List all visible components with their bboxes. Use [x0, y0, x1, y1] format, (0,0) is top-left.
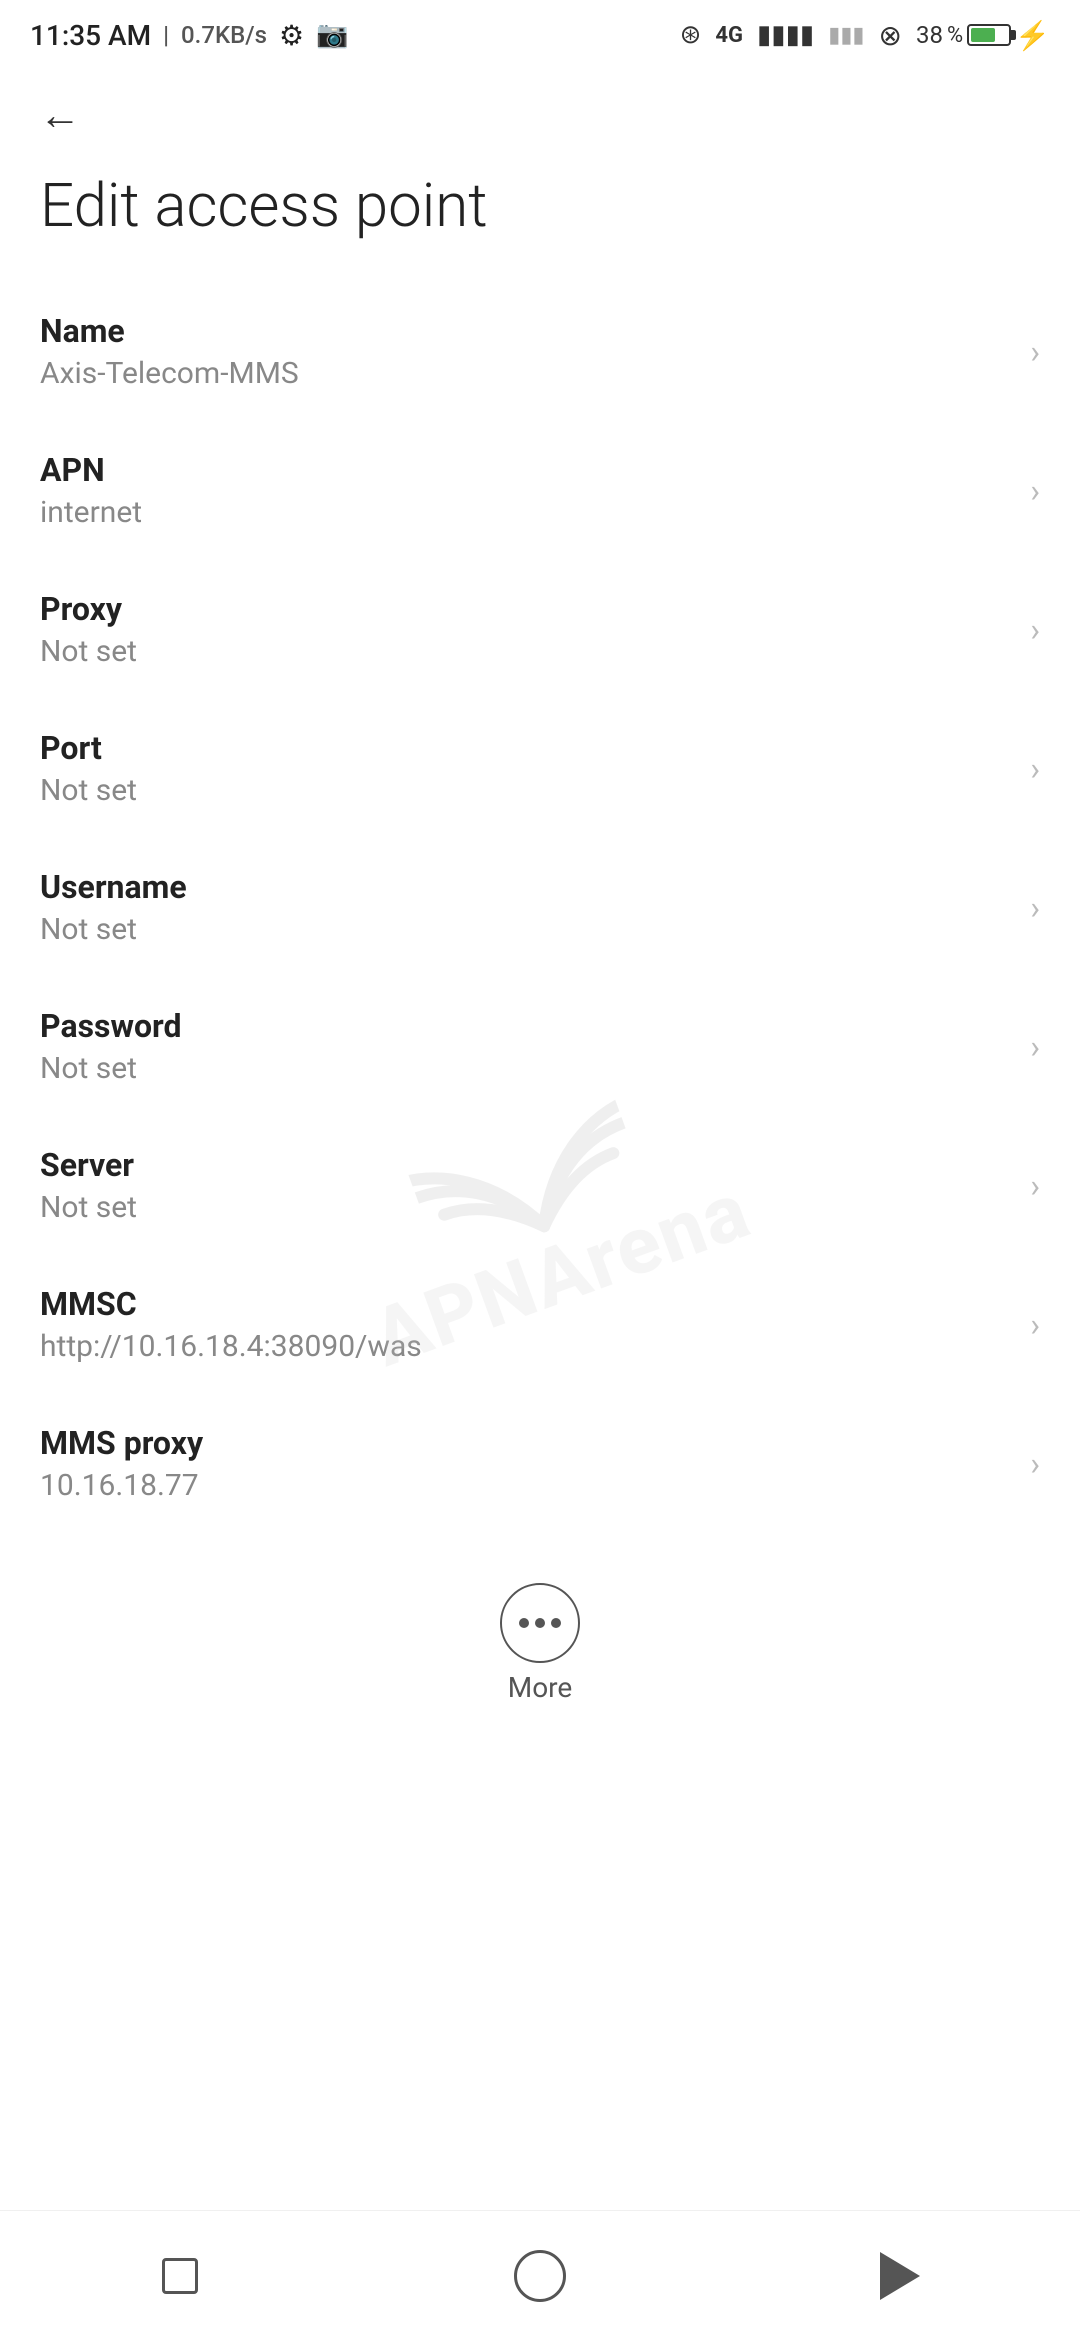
item-value-proxy: Not set: [40, 634, 1010, 669]
back-nav-button[interactable]: [860, 2236, 940, 2316]
time-display: 11:35 AM: [30, 19, 151, 52]
battery-container: 38 % ⚡: [916, 19, 1050, 52]
item-content-server: Server Not set: [40, 1146, 1010, 1225]
wifi-icon: ⊗: [879, 19, 902, 52]
back-nav-icon: [880, 2252, 920, 2300]
more-label: More: [508, 1671, 573, 1704]
dot-3: [551, 1618, 561, 1628]
list-item[interactable]: Password Not set ›: [0, 977, 1080, 1116]
status-left: 11:35 AM | 0.7KB/s ⚙ 📷: [30, 19, 349, 52]
more-circle-icon: [500, 1583, 580, 1663]
camera-icon: 📷: [316, 20, 348, 50]
more-button-area: More: [0, 1533, 1080, 1744]
data-speed: 0.7KB/s: [181, 21, 267, 49]
chevron-right-icon: ›: [1030, 611, 1040, 649]
item-label-server: Server: [40, 1146, 1010, 1184]
item-label-username: Username: [40, 868, 1010, 906]
bluetooth-icon: ⊛: [680, 20, 702, 50]
item-value-mms-proxy: 10.16.18.77: [40, 1468, 1010, 1503]
battery-fill: [971, 28, 994, 42]
item-label-password: Password: [40, 1007, 1010, 1045]
list-item[interactable]: APN internet ›: [0, 421, 1080, 560]
settings-list: Name Axis-Telecom-MMS › APN internet › P…: [0, 282, 1080, 1533]
home-button[interactable]: [500, 2236, 580, 2316]
home-icon: [514, 2250, 566, 2302]
item-content-username: Username Not set: [40, 868, 1010, 947]
chevron-right-icon: ›: [1030, 750, 1040, 788]
item-label-mmsc: MMSC: [40, 1285, 1010, 1323]
signal-bars-icon: ▮▮▮▮: [757, 20, 814, 50]
item-value-server: Not set: [40, 1190, 1010, 1225]
chevron-right-icon: ›: [1030, 472, 1040, 510]
list-item[interactable]: Server Not set ›: [0, 1116, 1080, 1255]
charging-icon: ⚡: [1015, 19, 1050, 52]
list-item[interactable]: Proxy Not set ›: [0, 560, 1080, 699]
chevron-right-icon: ›: [1030, 1167, 1040, 1205]
recent-apps-button[interactable]: [140, 2236, 220, 2316]
list-item[interactable]: MMS proxy 10.16.18.77 ›: [0, 1394, 1080, 1533]
main-content: 11:35 AM | 0.7KB/s ⚙ 📷 ⊛ 4G ▮▮▮▮ ▮▮▮ ⊗ 3…: [0, 0, 1080, 2210]
more-button[interactable]: More: [480, 1563, 600, 1724]
status-right: ⊛ 4G ▮▮▮▮ ▮▮▮ ⊗ 38 % ⚡: [680, 19, 1050, 52]
back-button[interactable]: ←: [30, 85, 90, 145]
chevron-right-icon: ›: [1030, 1306, 1040, 1344]
item-content-mmsc: MMSC http://10.16.18.4:38090/was: [40, 1285, 1010, 1364]
item-content-apn: APN internet: [40, 451, 1010, 530]
chevron-right-icon: ›: [1030, 1445, 1040, 1483]
network-speed: |: [163, 21, 169, 49]
item-content-proxy: Proxy Not set: [40, 590, 1010, 669]
item-content-port: Port Not set: [40, 729, 1010, 808]
item-value-username: Not set: [40, 912, 1010, 947]
list-item[interactable]: Username Not set ›: [0, 838, 1080, 977]
list-item[interactable]: MMSC http://10.16.18.4:38090/was ›: [0, 1255, 1080, 1394]
recent-apps-icon: [162, 2258, 198, 2294]
chevron-right-icon: ›: [1030, 333, 1040, 371]
item-value-port: Not set: [40, 773, 1010, 808]
settings-icon: ⚙: [279, 19, 304, 52]
battery-icon: [967, 24, 1011, 46]
item-label-mms-proxy: MMS proxy: [40, 1424, 1010, 1462]
signal-bars2-icon: ▮▮▮: [828, 23, 864, 48]
item-label-proxy: Proxy: [40, 590, 1010, 628]
item-value-apn: internet: [40, 495, 1010, 530]
status-bar: 11:35 AM | 0.7KB/s ⚙ 📷 ⊛ 4G ▮▮▮▮ ▮▮▮ ⊗ 3…: [0, 0, 1080, 70]
dot-1: [519, 1618, 529, 1628]
list-item[interactable]: Port Not set ›: [0, 699, 1080, 838]
signal-4g-icon: 4G: [715, 23, 743, 48]
page-title: Edit access point: [0, 160, 1080, 282]
item-value-password: Not set: [40, 1051, 1010, 1086]
item-value-mmsc: http://10.16.18.4:38090/was: [40, 1329, 1010, 1364]
list-item[interactable]: Name Axis-Telecom-MMS ›: [0, 282, 1080, 421]
item-value-name: Axis-Telecom-MMS: [40, 356, 1010, 391]
top-nav: ←: [0, 70, 1080, 160]
bottom-nav: [0, 2210, 1080, 2340]
item-label-port: Port: [40, 729, 1010, 767]
dot-2: [535, 1618, 545, 1628]
chevron-right-icon: ›: [1030, 889, 1040, 927]
more-dots: [519, 1618, 561, 1628]
item-label-name: Name: [40, 312, 1010, 350]
item-content-name: Name Axis-Telecom-MMS: [40, 312, 1010, 391]
item-content-password: Password Not set: [40, 1007, 1010, 1086]
item-label-apn: APN: [40, 451, 1010, 489]
battery-percent: 38: [916, 21, 943, 49]
back-arrow-icon: ←: [39, 91, 81, 140]
chevron-right-icon: ›: [1030, 1028, 1040, 1066]
item-content-mms-proxy: MMS proxy 10.16.18.77: [40, 1424, 1010, 1503]
